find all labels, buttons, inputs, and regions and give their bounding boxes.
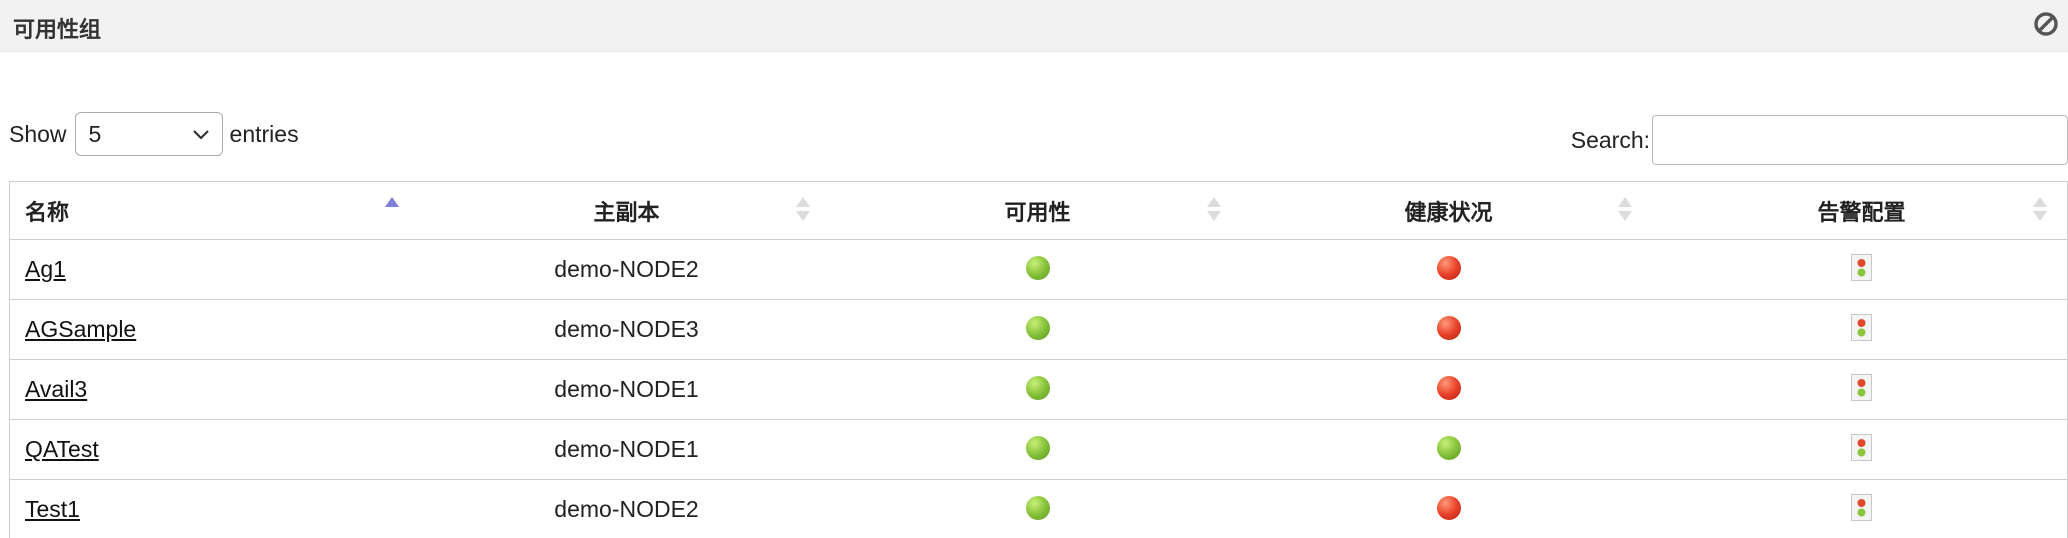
cell-health (1243, 420, 1654, 479)
column-header-label: 告警配置 (1817, 200, 1906, 226)
table-row: Avail3 demo-NODE1 (10, 360, 2067, 420)
table-row: Ag1 demo-NODE2 (10, 240, 2067, 300)
cell-primary: demo-NODE1 (421, 420, 832, 479)
page-length-select[interactable]: 5 (74, 112, 223, 156)
cell-alert-config (1654, 240, 2067, 299)
primary-replica: demo-NODE1 (554, 436, 699, 462)
column-header-primary[interactable]: 主副本 (421, 182, 832, 239)
availability-groups-table: 名称 主副本 可用性 健康状况 告警配置 Ag1 demo-NODE2 AGSamp… (9, 181, 2068, 538)
column-header-label: 可用性 (1004, 200, 1071, 226)
alert-config-icon[interactable] (1851, 314, 1872, 341)
health-status-icon (1436, 315, 1461, 340)
cell-primary: demo-NODE1 (421, 360, 832, 419)
table-header-row: 名称 主副本 可用性 健康状况 告警配置 (10, 182, 2067, 240)
cell-name: QATest (10, 420, 421, 479)
cell-primary: demo-NODE2 (421, 480, 832, 538)
cell-availability (832, 300, 1243, 359)
ag-name-link[interactable]: Test1 (25, 496, 80, 523)
page-length-control: Show 5 entries (9, 112, 299, 156)
column-header-label: 健康状况 (1404, 200, 1493, 226)
table-row: Test1 demo-NODE2 (10, 480, 2067, 538)
cell-health (1243, 300, 1654, 359)
cell-alert-config (1654, 420, 2067, 479)
cell-primary: demo-NODE2 (421, 240, 832, 299)
search-input[interactable] (1652, 115, 2068, 165)
primary-replica: demo-NODE1 (554, 376, 699, 402)
cell-name: AGSample (10, 300, 421, 359)
cell-name: Avail3 (10, 360, 421, 419)
cell-alert-config (1654, 480, 2067, 538)
primary-replica: demo-NODE3 (554, 316, 699, 342)
health-status-icon (1436, 255, 1461, 280)
cell-availability (832, 360, 1243, 419)
ag-name-link[interactable]: Ag1 (25, 256, 66, 283)
availability-status-icon (1025, 495, 1050, 520)
table-row: QATest demo-NODE1 (10, 420, 2067, 480)
chevron-down-icon (192, 130, 209, 140)
alert-config-icon[interactable] (1851, 254, 1872, 281)
ag-name-link[interactable]: QATest (25, 436, 99, 463)
alert-config-icon[interactable] (1851, 434, 1872, 461)
primary-replica: demo-NODE2 (554, 256, 699, 282)
cell-health (1243, 480, 1654, 538)
column-header-label: 主副本 (593, 200, 660, 226)
sort-both-icon (2033, 197, 2047, 221)
cell-availability (832, 420, 1243, 479)
cell-health (1243, 360, 1654, 419)
cell-alert-config (1654, 300, 2067, 359)
alert-config-icon[interactable] (1851, 494, 1872, 521)
panel-title: 可用性组 (13, 18, 102, 43)
health-status-icon (1436, 435, 1461, 460)
availability-status-icon (1025, 255, 1050, 280)
cell-primary: demo-NODE3 (421, 300, 832, 359)
sort-ascending-icon (385, 197, 399, 207)
column-header-name[interactable]: 名称 (10, 182, 421, 239)
ag-name-link[interactable]: Avail3 (25, 376, 87, 403)
ag-name-link[interactable]: AGSample (25, 316, 136, 343)
availability-status-icon (1025, 315, 1050, 340)
show-label: Show (9, 120, 67, 147)
column-header-alert-config[interactable]: 告警配置 (1654, 182, 2067, 239)
alert-config-icon[interactable] (1851, 374, 1872, 401)
availability-status-icon (1025, 375, 1050, 400)
entries-label: entries (229, 120, 299, 147)
panel-header: 可用性组 (0, 0, 2068, 52)
health-status-icon (1436, 495, 1461, 520)
sort-both-icon (1207, 197, 1221, 221)
cell-health (1243, 240, 1654, 299)
cell-name: Ag1 (10, 240, 421, 299)
cell-alert-config (1654, 360, 2067, 419)
cell-availability (832, 240, 1243, 299)
search-label: Search: (1570, 126, 1650, 153)
sort-both-icon (796, 197, 810, 221)
column-header-health[interactable]: 健康状况 (1243, 182, 1654, 239)
search-control: Search: (1571, 115, 2068, 165)
column-header-label: 名称 (25, 200, 70, 226)
sort-both-icon (1618, 197, 1632, 221)
column-header-availability[interactable]: 可用性 (832, 182, 1243, 239)
page-length-value: 5 (88, 120, 102, 147)
hide-panel-icon[interactable] (2032, 10, 2060, 38)
health-status-icon (1436, 375, 1461, 400)
table-row: AGSample demo-NODE3 (10, 300, 2067, 360)
cell-availability (832, 480, 1243, 538)
primary-replica: demo-NODE2 (554, 496, 699, 522)
availability-status-icon (1025, 435, 1050, 460)
cell-name: Test1 (10, 480, 421, 538)
